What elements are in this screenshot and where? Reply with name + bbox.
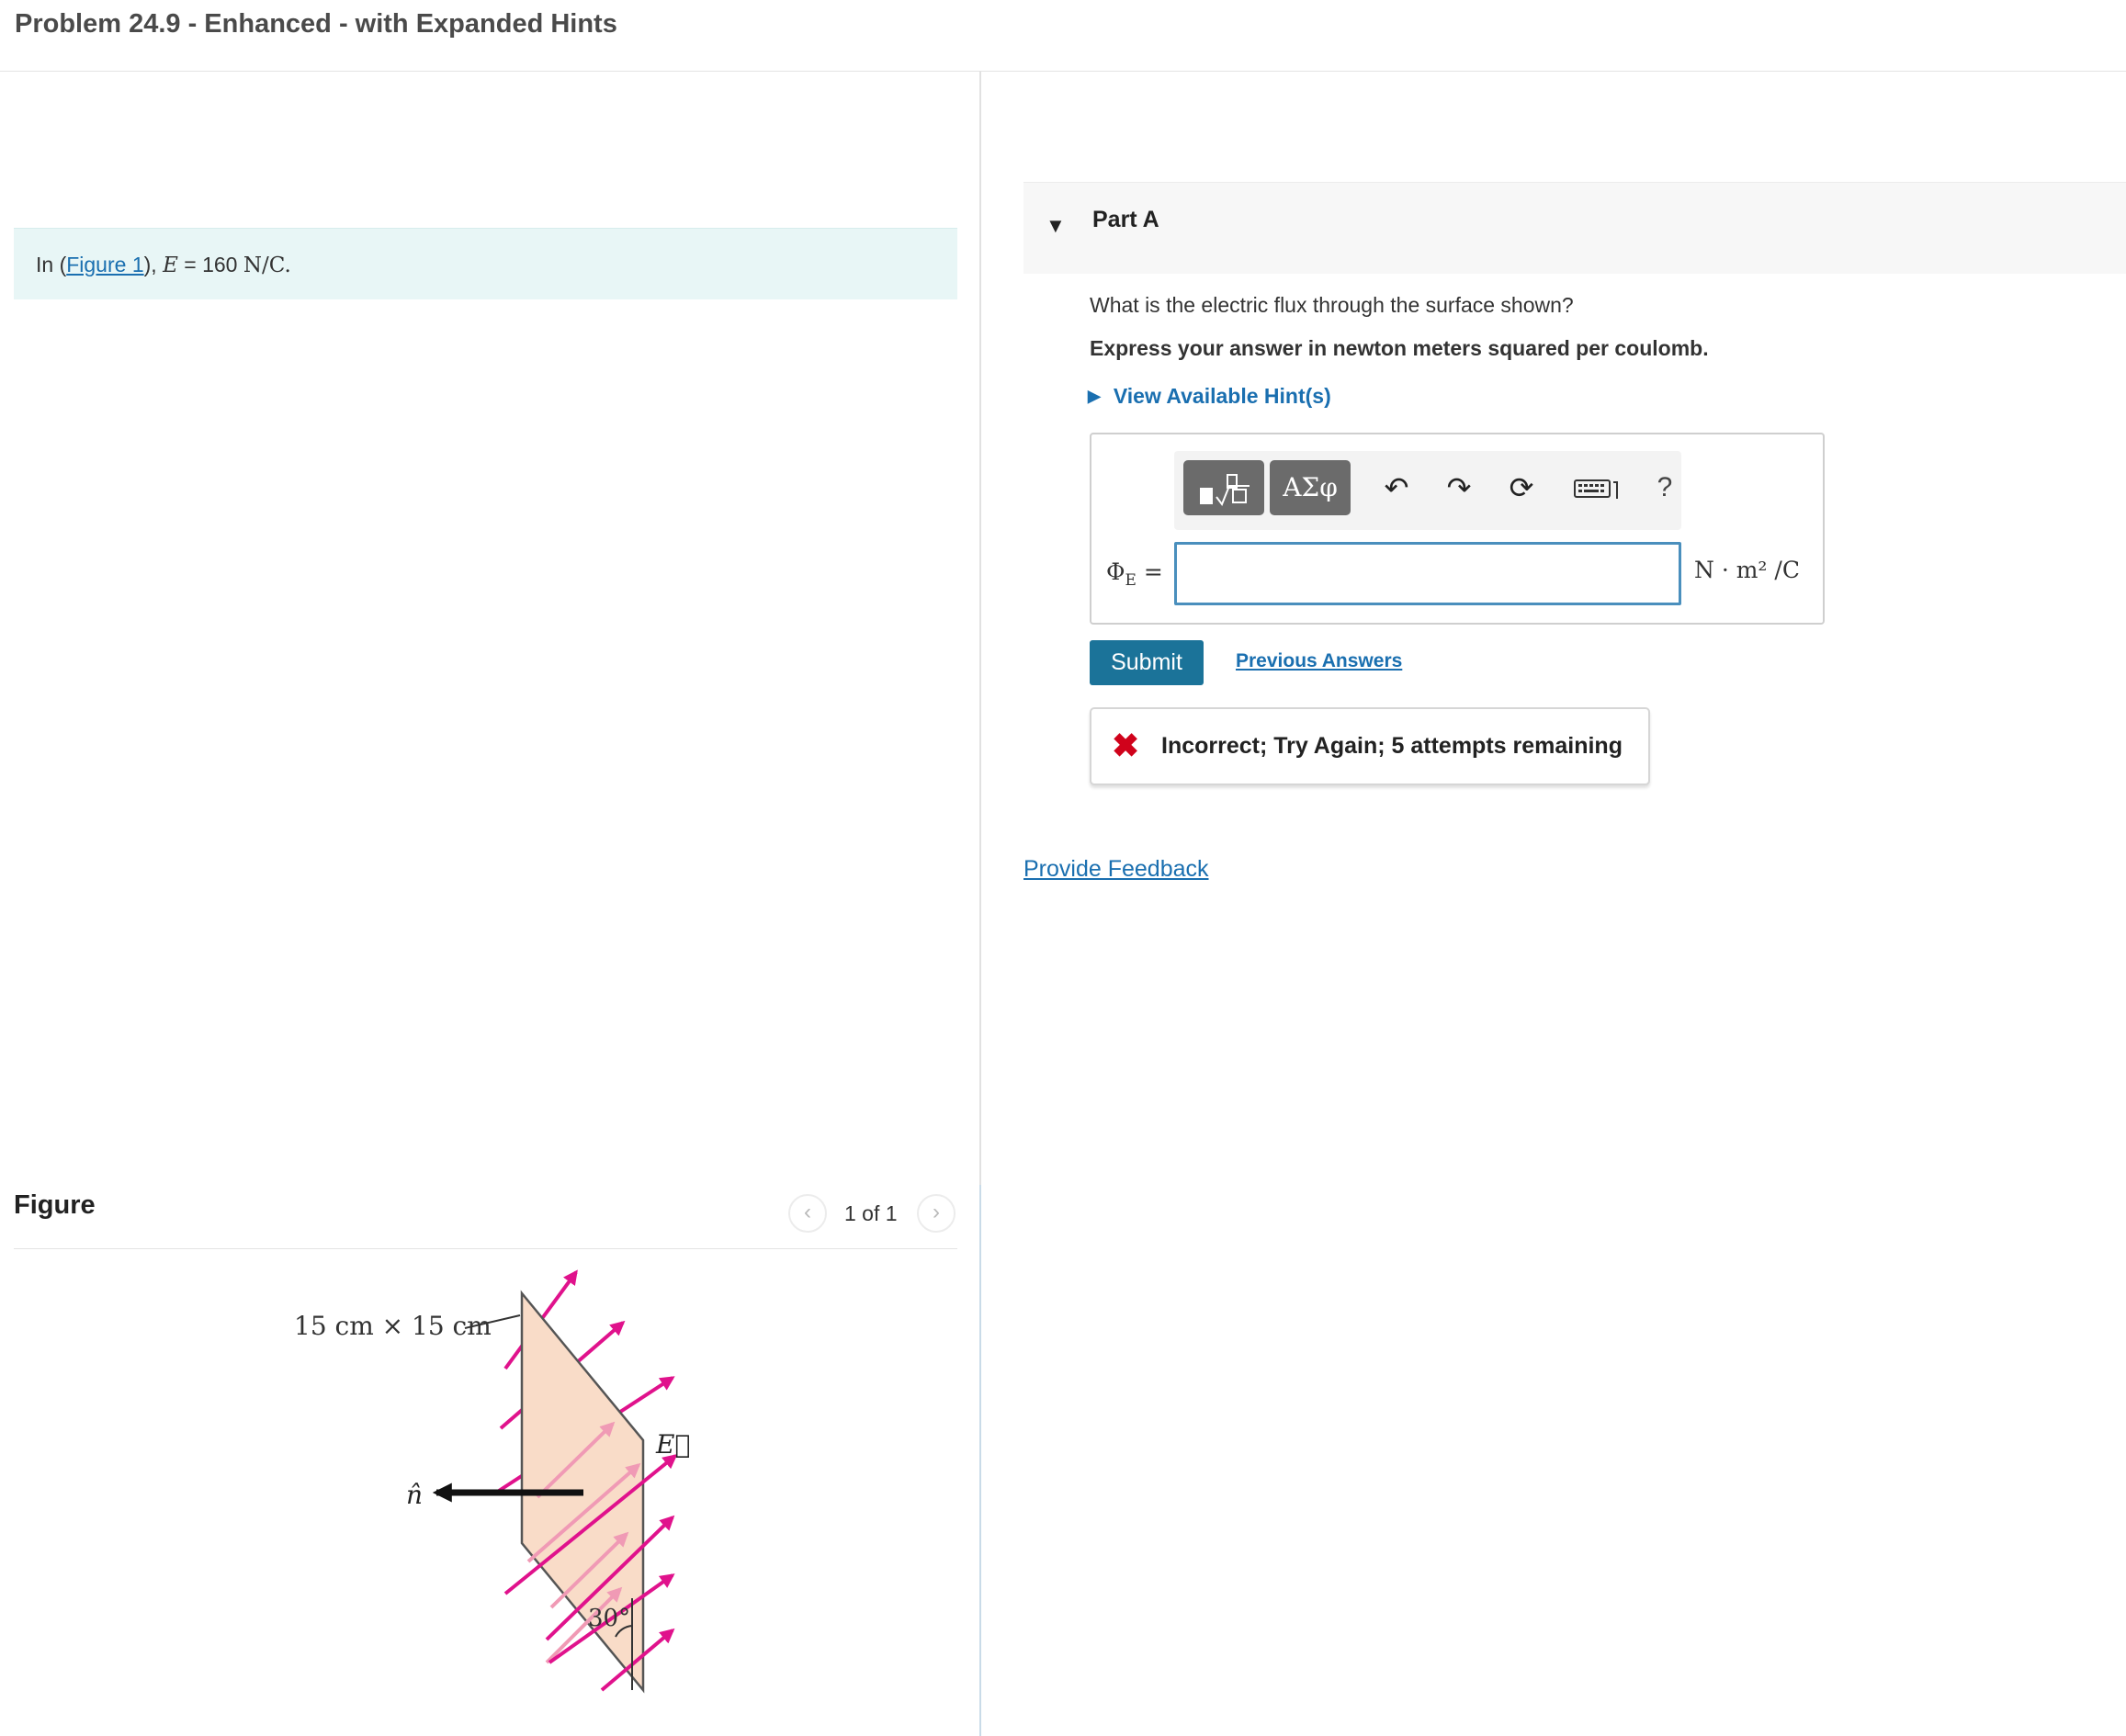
part-a-label: Part A [1092, 207, 1159, 232]
column-divider-accent [979, 1185, 981, 1736]
intro-variable: E [163, 254, 178, 277]
figure-1-link[interactable]: Figure 1 [66, 253, 143, 276]
undo-icon[interactable]: ↶ [1376, 468, 1417, 508]
feedback-text: Incorrect; Try Again; 5 attempts remaini… [1161, 733, 1623, 759]
view-hints-link[interactable]: ▶ View Available Hint(s) [1088, 384, 1331, 409]
submit-button[interactable]: Submit [1090, 640, 1204, 685]
chevron-right-icon[interactable]: › [917, 1194, 956, 1233]
math-toolbar: ΑΣφ ↶ ↷ ⟳ ? [1174, 451, 1681, 530]
figure-divider [14, 1248, 957, 1249]
answer-equals: = [1136, 558, 1163, 585]
part-a-header[interactable]: ▼ Part A [1023, 182, 2126, 274]
templates-icon[interactable] [1183, 460, 1264, 515]
help-button[interactable]: ? [1645, 468, 1685, 508]
x-icon: ✖ [1112, 727, 1140, 764]
greek-letters-button[interactable]: ΑΣφ [1270, 460, 1351, 515]
collapse-triangle-icon[interactable]: ▼ [1046, 214, 1066, 238]
title-divider [0, 71, 2126, 72]
normal-label: n̂ [406, 1480, 423, 1510]
question-text: What is the electric flux through the su… [1090, 293, 1574, 317]
intro-prefix: In ( [36, 253, 67, 276]
dimension-label: 15 cm × 15 cm [294, 1311, 492, 1341]
intro-equals: = 160 [177, 253, 243, 276]
intro-unit: N/C. [243, 254, 291, 277]
previous-answers-link[interactable]: Previous Answers [1236, 650, 1402, 672]
answer-instruction: Express your answer in newton meters squ… [1090, 336, 1709, 360]
page-title: Problem 24.9 - Enhanced - with Expanded … [15, 9, 617, 39]
keyboard-icon[interactable] [1569, 468, 1624, 508]
answer-input[interactable] [1174, 542, 1681, 605]
provide-feedback-link[interactable]: Provide Feedback [1023, 856, 1209, 883]
phi-symbol: Φ [1106, 558, 1125, 585]
feedback-message: ✖ Incorrect; Try Again; 5 attempts remai… [1090, 707, 1650, 785]
view-hints-label: View Available Hint(s) [1113, 384, 1331, 408]
redo-icon[interactable]: ↷ [1439, 468, 1479, 508]
phi-subscript: E [1125, 571, 1137, 590]
answer-variable-label: ΦE = [1106, 558, 1163, 590]
chevron-left-icon[interactable]: ‹ [788, 1194, 827, 1233]
reset-icon[interactable]: ⟳ [1501, 468, 1542, 508]
answer-unit: N · m² /C [1694, 557, 1800, 583]
figure-heading: Figure [14, 1190, 96, 1220]
angle-label: 30° [588, 1605, 630, 1632]
flux-figure: 15 cm × 15 cm n̂ E⃗ 30° [294, 1269, 690, 1694]
figure-pager-count: 1 of 1 [844, 1201, 898, 1225]
intro-suffix: ), [143, 253, 164, 276]
field-label: E⃗ [655, 1429, 690, 1460]
problem-intro: In (Figure 1), E = 160 N/C. [14, 228, 957, 299]
expand-triangle-icon: ▶ [1088, 387, 1101, 405]
